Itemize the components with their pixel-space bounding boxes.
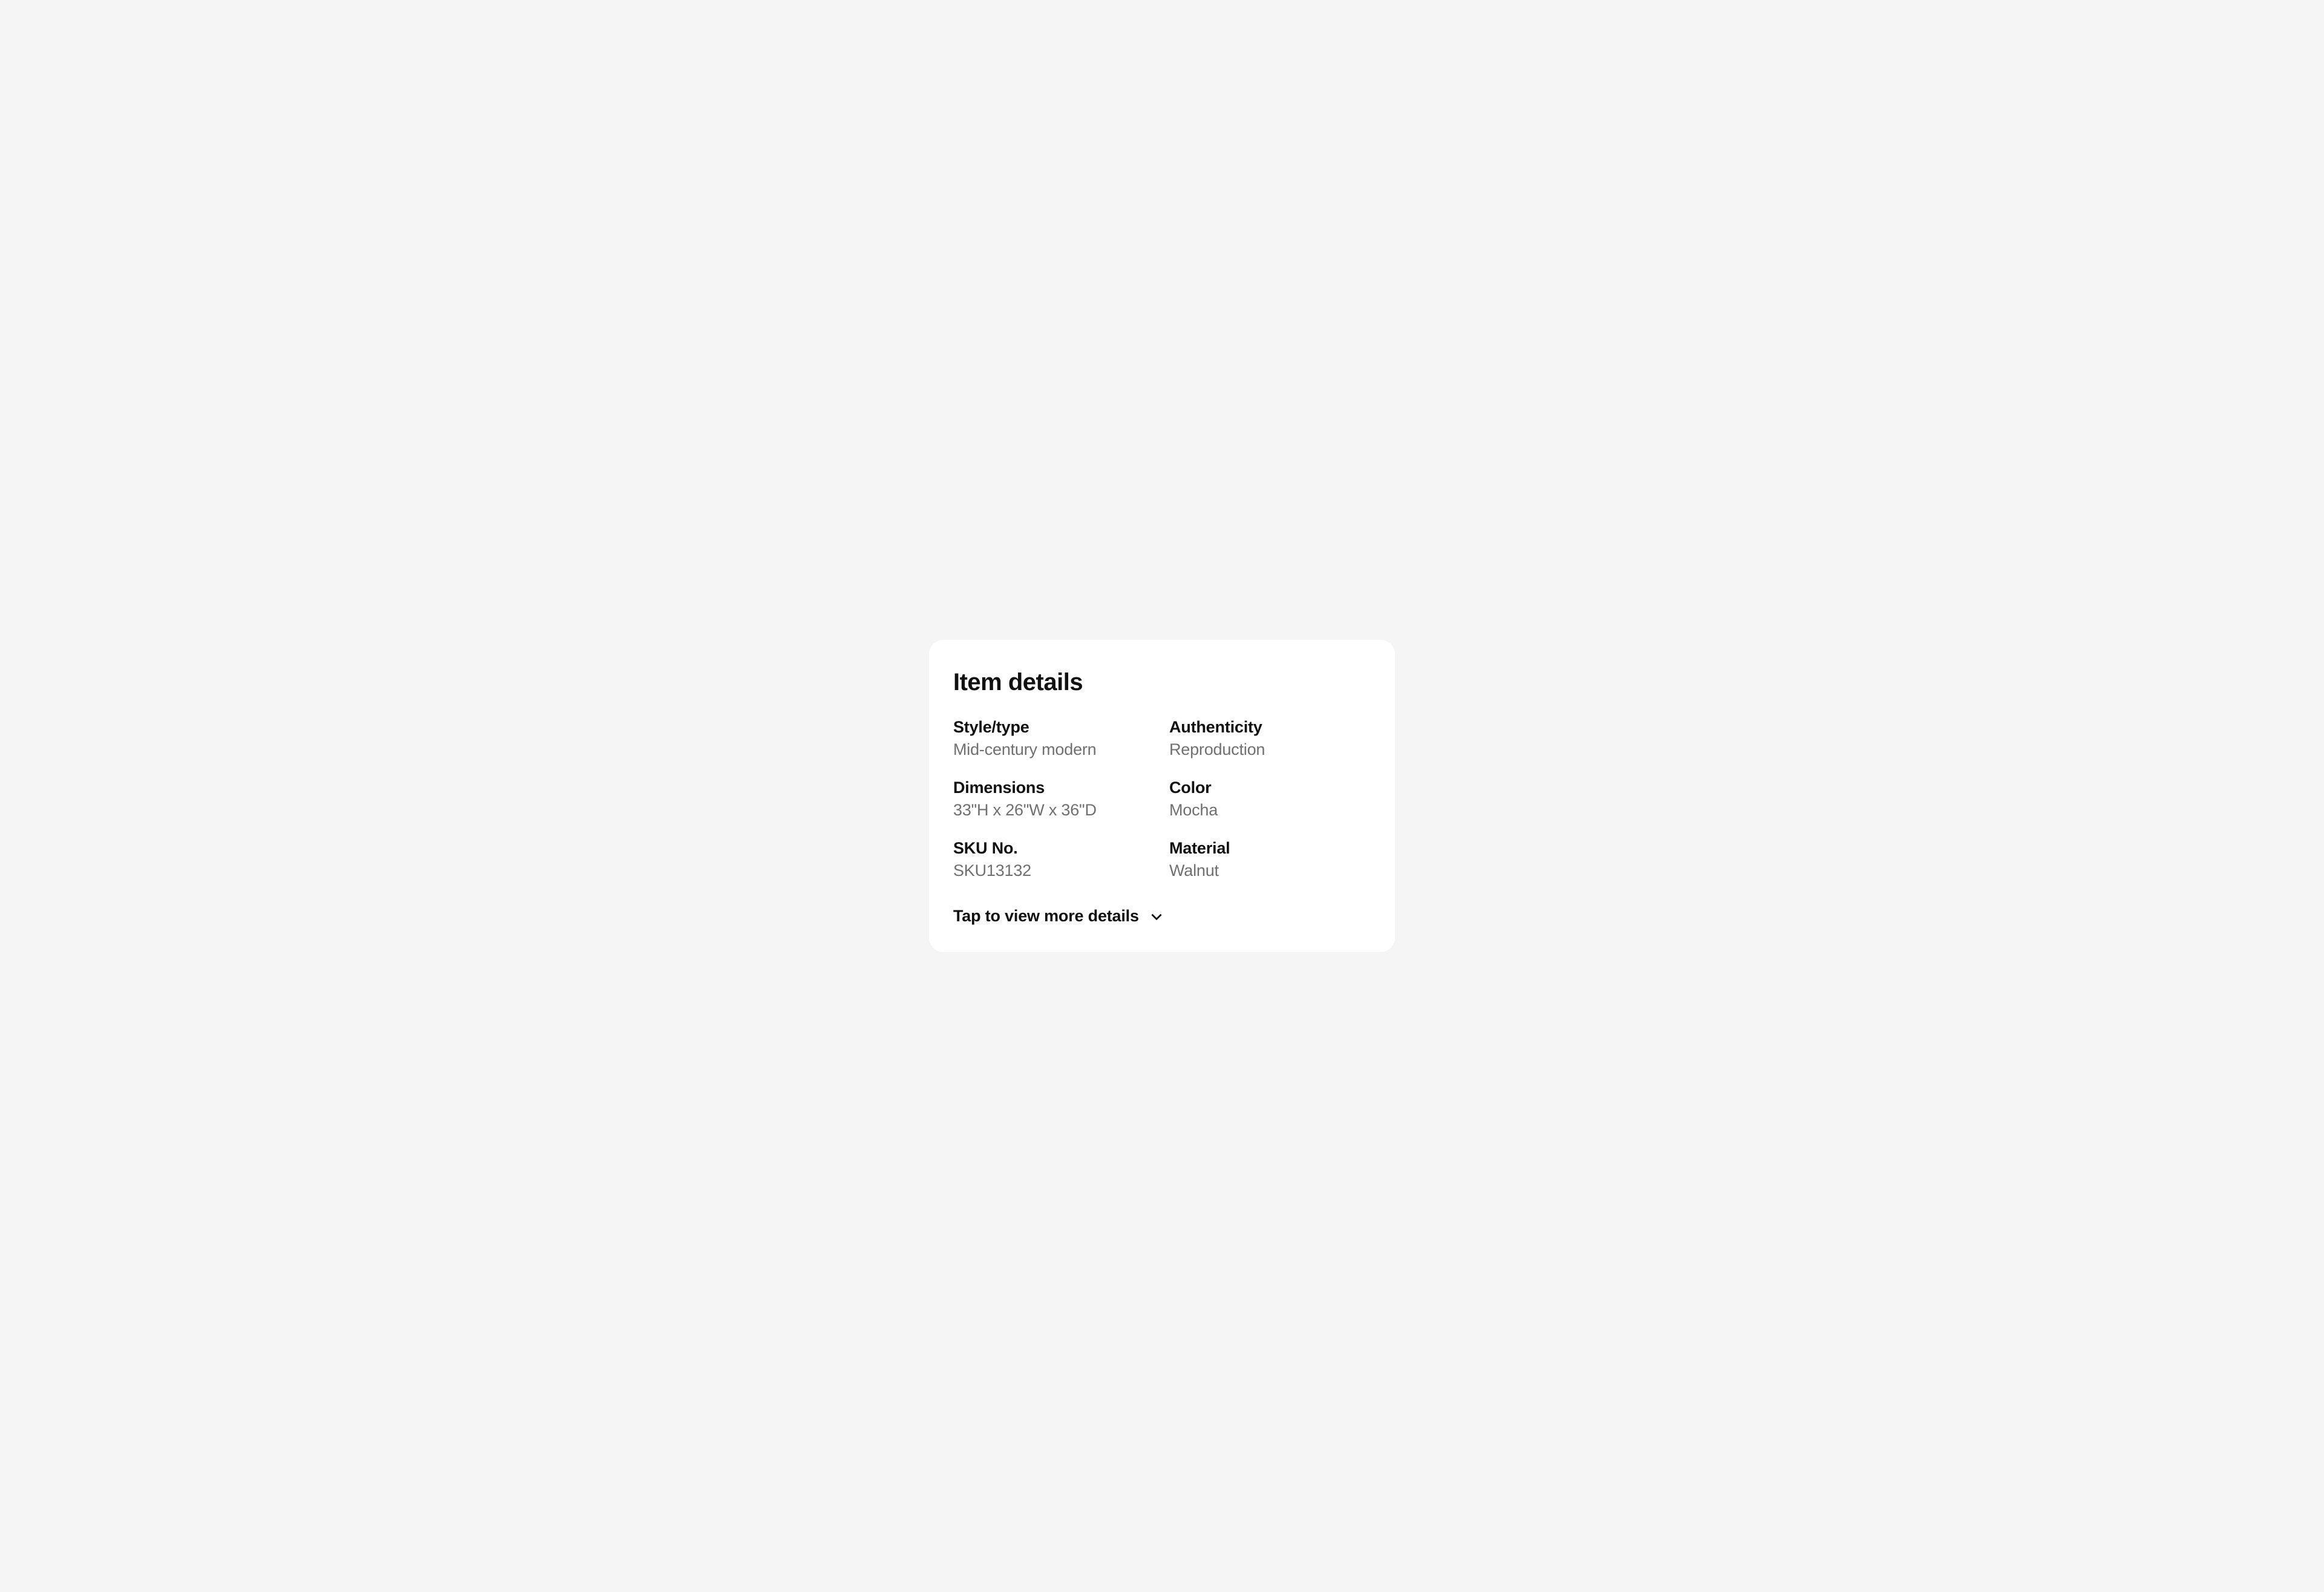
card-title: Item details	[953, 669, 1371, 696]
detail-value: 33"H x 26"W x 36"D	[953, 801, 1155, 820]
detail-label: SKU No.	[953, 839, 1155, 858]
detail-value: Mid-century modern	[953, 740, 1155, 759]
chevron-down-icon	[1149, 909, 1164, 924]
item-details-card: Item details Style/type Mid-century mode…	[929, 640, 1395, 952]
detail-value: Mocha	[1169, 801, 1371, 820]
view-more-label: Tap to view more details	[953, 907, 1139, 926]
detail-style-type: Style/type Mid-century modern	[953, 718, 1155, 759]
detail-value: Walnut	[1169, 861, 1371, 880]
detail-color: Color Mocha	[1169, 778, 1371, 820]
detail-label: Color	[1169, 778, 1371, 797]
details-grid: Style/type Mid-century modern Authentici…	[953, 718, 1371, 880]
detail-sku: SKU No. SKU13132	[953, 839, 1155, 880]
detail-value: SKU13132	[953, 861, 1155, 880]
detail-label: Dimensions	[953, 778, 1155, 797]
detail-value: Reproduction	[1169, 740, 1371, 759]
view-more-button[interactable]: Tap to view more details	[953, 907, 1371, 926]
detail-label: Material	[1169, 839, 1371, 858]
detail-material: Material Walnut	[1169, 839, 1371, 880]
detail-authenticity: Authenticity Reproduction	[1169, 718, 1371, 759]
detail-label: Authenticity	[1169, 718, 1371, 737]
detail-dimensions: Dimensions 33"H x 26"W x 36"D	[953, 778, 1155, 820]
detail-label: Style/type	[953, 718, 1155, 737]
